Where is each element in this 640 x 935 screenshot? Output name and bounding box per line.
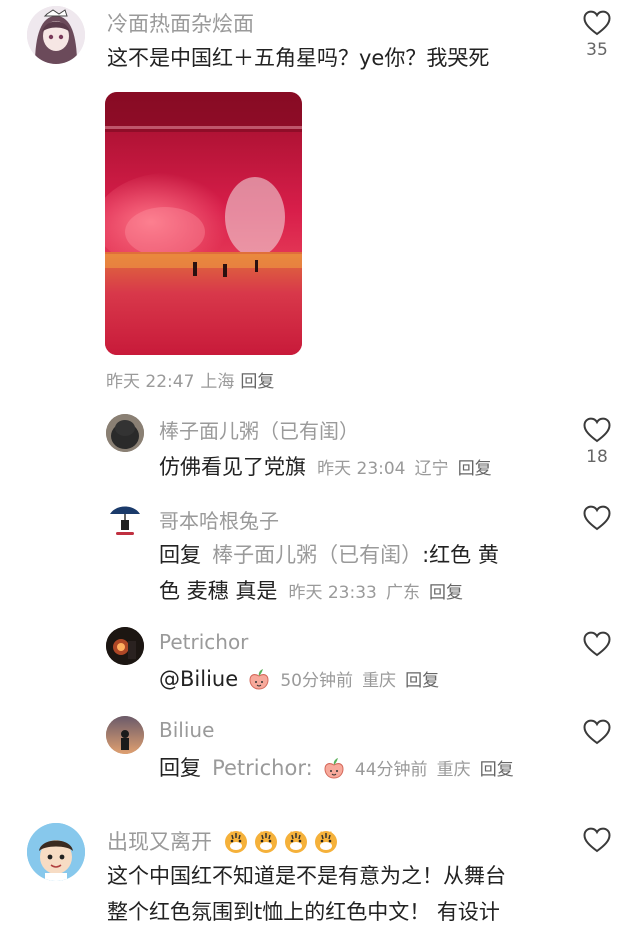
comment-time: 昨天 22:47 [106, 372, 195, 392]
tiger-emoji-icon [223, 828, 249, 854]
reply-prefix: 回复 [159, 756, 201, 780]
heart-outline-icon [583, 505, 611, 531]
like-button[interactable]: 35 [575, 10, 619, 60]
reply-location: 重庆 [362, 671, 397, 691]
reply-location: 广东 [385, 583, 420, 603]
reply-username[interactable]: Petrichor [159, 630, 248, 654]
heart-outline-icon [583, 719, 611, 745]
comment-text-line2: 整个红色氛围到t恤上的红色中文！ 有设计 [107, 900, 500, 924]
concert-photo [105, 92, 302, 355]
reply-prefix: 回复 [159, 543, 201, 567]
reply-button[interactable]: 回复 [480, 760, 514, 780]
tiger-emoji-icon [253, 828, 279, 854]
peach-emoji-icon [247, 667, 271, 691]
like-count: 35 [586, 40, 608, 60]
like-button[interactable] [575, 827, 619, 853]
reply-username[interactable]: 哥本哈根兔子 [159, 505, 279, 534]
reply-body: 回复 棒子面儿粥（已有闺）:红色 黄 [159, 539, 499, 571]
avatar[interactable] [106, 627, 144, 665]
comment-text: 这不是中国红＋五角星吗？ye你？我哭死 [107, 46, 490, 70]
comment-username[interactable]: 冷面热面杂烩面 [107, 8, 254, 38]
reply-time: 昨天 23:33 [288, 583, 377, 603]
reply-text: 仿佛看见了党旗 [159, 455, 306, 479]
heart-outline-icon [583, 10, 611, 36]
reply-body: 仿佛看见了党旗 昨天 23:04 辽宁 回复 [159, 451, 492, 483]
comment-username-text[interactable]: 出现又离开 [107, 830, 212, 854]
reply-username[interactable]: Biliue [159, 718, 214, 742]
like-button[interactable]: 18 [575, 417, 619, 467]
reply-body: 回复 Petrichor: 44分钟前 重庆 回复 [159, 752, 514, 784]
reply-button[interactable]: 回复 [405, 671, 439, 691]
reply-time: 50分钟前 [280, 671, 353, 691]
avatar[interactable] [106, 716, 144, 754]
reply-button[interactable]: 回复 [429, 583, 463, 603]
reply-text: :红色 黄 [422, 543, 499, 567]
avatar[interactable] [27, 6, 85, 64]
like-button[interactable] [575, 719, 619, 745]
quoted-username[interactable]: Petrichor: [212, 756, 313, 780]
like-count: 18 [586, 447, 608, 467]
comment-text: 这个中国红不知道是不是有意为之！从舞台 [107, 864, 506, 888]
like-button[interactable] [575, 631, 619, 657]
reply-time: 44分钟前 [354, 760, 428, 780]
reply-text: 色 麦穗 真是 [159, 579, 278, 603]
comment-username[interactable]: 出现又离开 [107, 826, 339, 856]
comment-location: 上海 [200, 372, 235, 392]
tiger-emoji-icon [313, 828, 339, 854]
peach-emoji-icon [322, 756, 346, 780]
avatar[interactable] [27, 823, 85, 881]
reply-button[interactable]: 回复 [240, 372, 274, 392]
tiger-emoji-icon [283, 828, 309, 854]
reply-time: 昨天 23:04 [317, 459, 406, 479]
heart-outline-icon [583, 631, 611, 657]
like-button[interactable] [575, 505, 619, 531]
heart-outline-icon [583, 827, 611, 853]
avatar[interactable] [106, 502, 144, 540]
reply-username[interactable]: 棒子面儿粥（已有闺） [159, 415, 359, 444]
reply-body: @Biliue 50分钟前 重庆 回复 [159, 663, 439, 695]
reply-text[interactable]: @Biliue [159, 667, 238, 691]
reply-location: 辽宁 [414, 459, 449, 479]
heart-outline-icon [583, 417, 611, 443]
reply-button[interactable]: 回复 [458, 459, 492, 479]
avatar[interactable] [106, 414, 144, 452]
comment-image[interactable] [105, 92, 302, 355]
reply-body-line2: 色 麦穗 真是 昨天 23:33 广东 回复 [159, 575, 463, 607]
comment-meta: 昨天 22:47 上海 回复 [106, 367, 280, 392]
reply-location: 重庆 [436, 760, 471, 780]
quoted-username[interactable]: 棒子面儿粥（已有闺） [212, 543, 422, 567]
